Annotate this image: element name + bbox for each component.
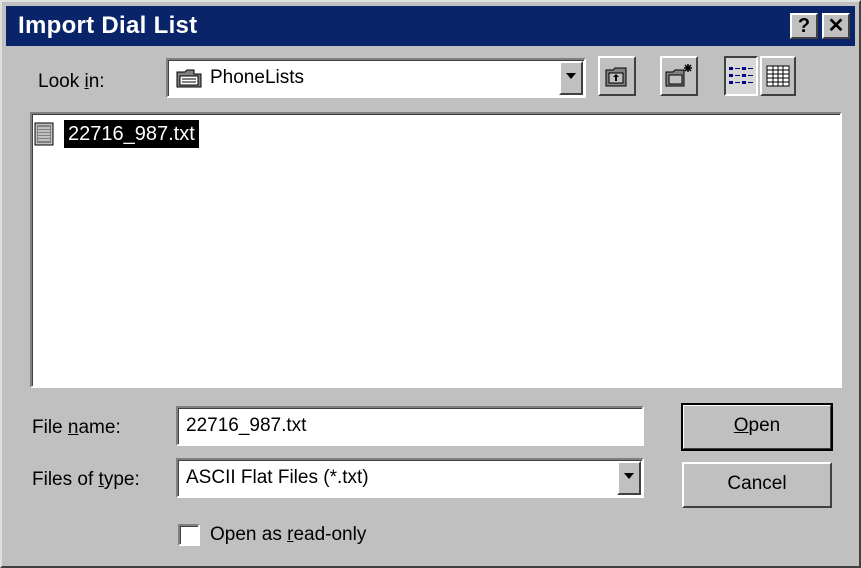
folder-icon [176, 69, 202, 88]
files-of-type-combo[interactable]: ASCII Flat Files (*.txt) [176, 458, 644, 498]
details-view-button[interactable] [760, 56, 796, 96]
help-button[interactable]: ? [790, 13, 818, 39]
new-folder-button[interactable] [660, 56, 698, 96]
title-bar[interactable]: Import Dial List ? ✕ [6, 6, 855, 46]
chevron-down-icon [566, 73, 576, 79]
new-folder-icon [665, 64, 692, 87]
close-button[interactable]: ✕ [822, 13, 850, 39]
chevron-down-icon [624, 473, 634, 479]
up-one-level-button[interactable] [598, 56, 636, 96]
up-one-level-icon [605, 67, 627, 87]
files-of-type-label: Files of type: [32, 469, 140, 490]
import-dial-list-dialog: Import Dial List ? ✕ Look in: PhoneLists [0, 0, 861, 568]
open-read-only-label[interactable]: Open as read-only [210, 523, 366, 547]
file-name-label: File name: [32, 417, 121, 438]
list-view-button[interactable] [724, 56, 758, 96]
window-title: Import Dial List [18, 12, 198, 39]
look-in-label: Look in: [38, 71, 105, 92]
files-of-type-value: ASCII Flat Files (*.txt) [186, 467, 369, 488]
open-read-only-checkbox[interactable] [178, 524, 200, 546]
text-file-icon [34, 122, 54, 146]
list-view-icon [729, 67, 753, 84]
look-in-combo[interactable]: PhoneLists [166, 58, 586, 98]
file-list[interactable] [30, 112, 842, 388]
cancel-button[interactable]: Cancel [682, 462, 832, 508]
look-in-value: PhoneLists [210, 67, 305, 88]
details-view-icon [766, 65, 790, 87]
file-name-text: 22716_987.txt [64, 120, 199, 148]
look-in-dropdown-button[interactable] [559, 61, 583, 95]
file-name-field[interactable]: 22716_987.txt [176, 406, 644, 446]
file-name-value: 22716_987.txt [186, 415, 307, 436]
files-of-type-dropdown-button[interactable] [617, 461, 641, 495]
open-button[interactable]: Open [681, 403, 833, 451]
